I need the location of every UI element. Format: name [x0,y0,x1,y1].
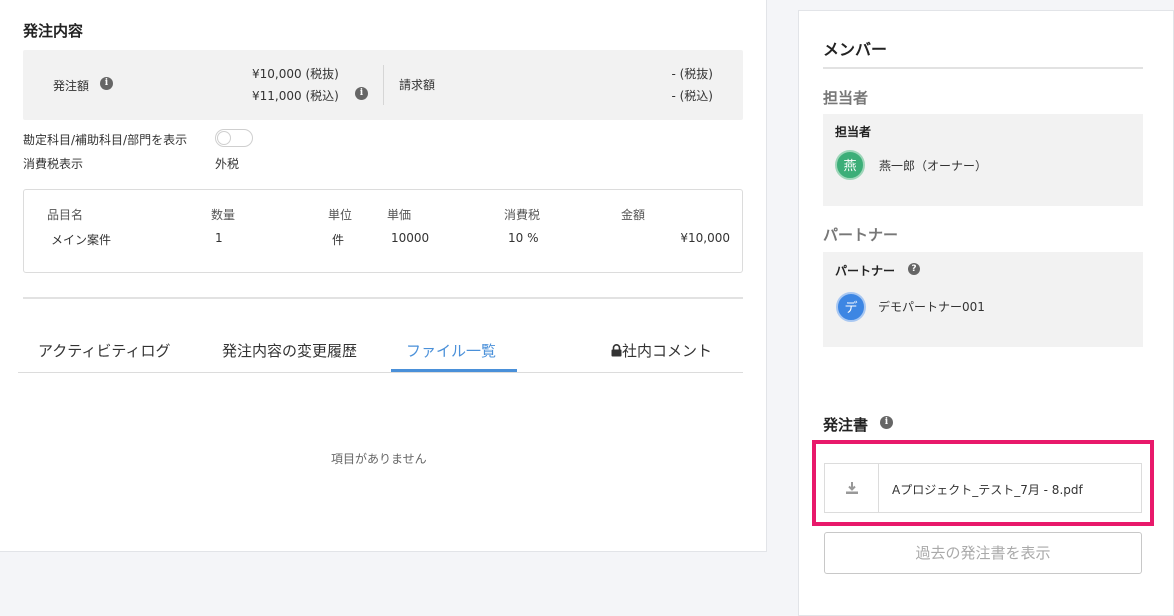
manager-section-title: 担当者 [823,89,869,107]
tab-internal-comments-label: 社内コメント [622,342,713,360]
show-accounts-label: 勘定科目/補助科目/部門を表示 [23,133,188,147]
info-icon[interactable]: i [880,416,893,429]
avatar[interactable]: デ [836,292,866,322]
help-icon[interactable]: ? [908,263,920,275]
item-qty: 1 [215,231,223,245]
col-header-unit: 単位 [328,208,353,222]
tax-display-label: 消費税表示 [23,157,84,171]
item-name: メイン案件 [51,233,112,247]
partner-label: パートナー [835,264,896,278]
purchase-order-title: 発注書 [823,416,869,434]
empty-message: 項目がありません [331,452,427,466]
info-icon[interactable]: i [355,87,368,100]
order-section-title: 発注内容 [23,22,84,40]
tab-bar-baseline [18,372,743,373]
col-header-amount: 金額 [621,208,646,222]
tab-activity-log[interactable]: アクティビティログ [38,340,170,361]
amount-divider [383,65,384,105]
amount-summary-box: 発注額 i ¥10,000 (税抜) ¥11,000 (税込) i 請求額 - … [23,50,743,120]
item-unit: 件 [332,233,345,247]
items-table: 品目名 数量 単位 単価 消費税 金額 メイン案件 1 件 10000 10 %… [23,189,743,273]
tab-internal-comments[interactable]: 社内コメント [611,340,712,361]
tax-display-value: 外税 [215,157,240,171]
partner-section-title: パートナー [823,226,899,244]
item-price: 10000 [391,231,430,245]
partner-name[interactable]: デモパートナー001 [878,298,985,315]
manager-name[interactable]: 燕一郎（オーナー） [879,157,987,174]
item-tax: 10 % [508,231,539,245]
col-header-qty: 数量 [211,208,236,222]
order-amount-label: 発注額 [53,79,90,93]
col-header-price: 単価 [387,208,412,222]
col-header-tax: 消費税 [504,208,541,222]
members-title-divider [823,67,1143,69]
lock-icon [611,344,622,357]
order-amount-excl: ¥10,000 (税抜) [252,67,339,81]
download-button[interactable] [825,464,879,512]
toggle-knob [217,131,231,145]
members-title: メンバー [823,40,888,59]
order-amount-incl: ¥11,000 (税込) [252,89,339,103]
info-icon[interactable]: i [100,77,113,90]
avatar[interactable]: 燕 [835,150,865,180]
file-name[interactable]: Aプロジェクト_テスト_7月 - 8.pdf [892,481,1083,498]
col-header-item: 品目名 [47,208,84,222]
show-accounts-toggle[interactable] [215,129,253,147]
download-icon [846,482,858,494]
invoice-amount-label: 請求額 [399,78,436,92]
tab-file-list[interactable]: ファイル一覧 [406,340,496,361]
invoice-amount-incl: - (税込) [671,89,713,103]
section-divider [23,297,743,299]
item-amount: ¥10,000 [680,231,730,245]
invoice-amount-excl: - (税抜) [671,67,713,81]
active-tab-indicator [391,369,517,372]
purchase-order-file[interactable]: Aプロジェクト_テスト_7月 - 8.pdf [824,463,1142,513]
tab-change-history[interactable]: 発注内容の変更履歴 [222,340,357,361]
manager-label: 担当者 [835,125,872,139]
show-past-orders-button[interactable]: 過去の発注書を表示 [824,532,1142,574]
